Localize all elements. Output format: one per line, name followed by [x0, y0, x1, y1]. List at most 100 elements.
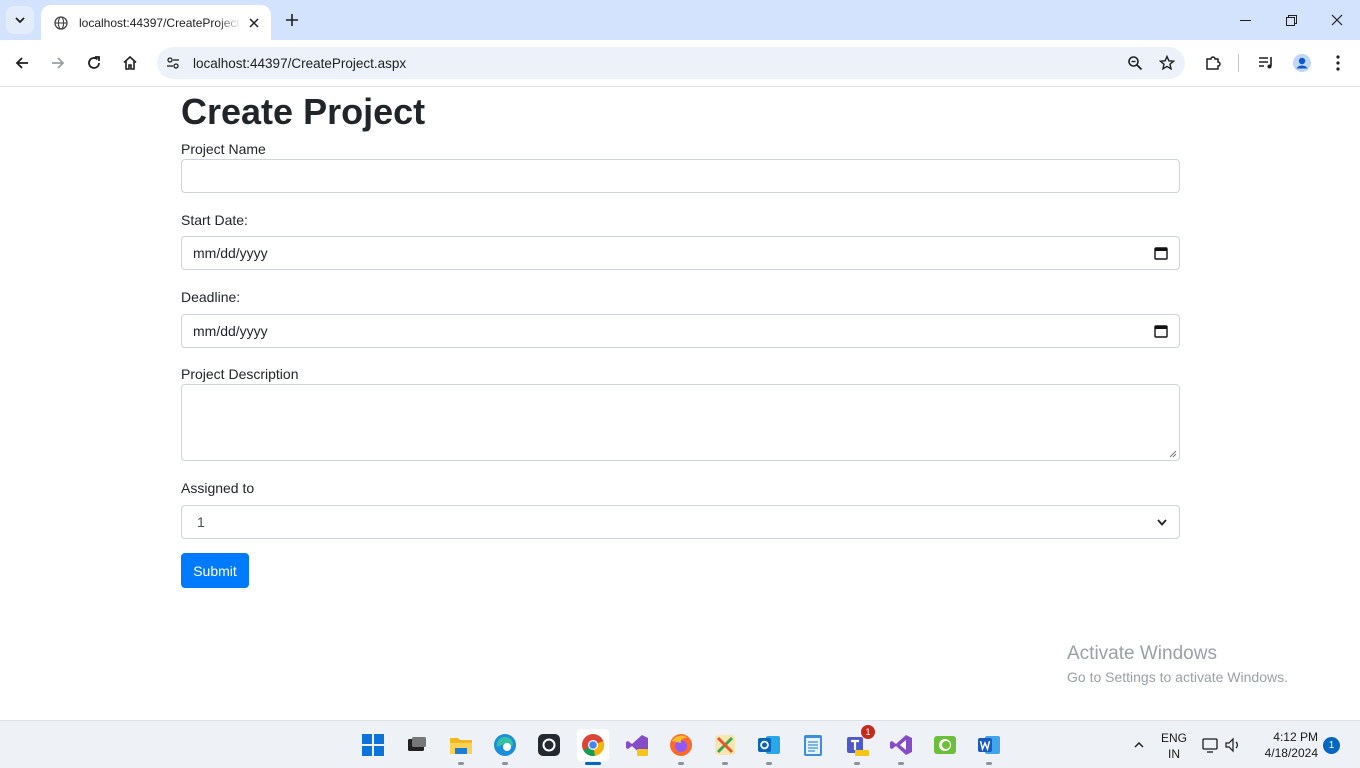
- edge-icon: [494, 734, 516, 756]
- close-icon: [1331, 14, 1343, 26]
- language-code: ENG: [1160, 731, 1187, 745]
- deadline-input[interactable]: mm/dd/yyyy: [181, 314, 1180, 348]
- paint-button[interactable]: [709, 729, 741, 765]
- page-content: Create Project Project Name Start Date: …: [0, 88, 1360, 720]
- tab-search-button[interactable]: [6, 6, 34, 34]
- deadline-placeholder: mm/dd/yyyy: [193, 323, 268, 339]
- outlook-icon: [758, 736, 780, 754]
- reload-icon: [88, 56, 100, 69]
- forward-button[interactable]: [43, 48, 73, 78]
- running-indicator: [585, 762, 601, 765]
- calendar-icon[interactable]: [1154, 246, 1168, 260]
- avatar-icon: [1293, 54, 1311, 72]
- restore-button[interactable]: [1268, 0, 1314, 40]
- site-info-icon[interactable]: [160, 50, 186, 76]
- firefox-icon: [670, 734, 692, 756]
- media-controls-button[interactable]: [1251, 48, 1281, 78]
- network-volume-tray[interactable]: [1198, 729, 1246, 761]
- edge-button[interactable]: [489, 729, 521, 765]
- project-name-input[interactable]: [181, 159, 1180, 193]
- submit-button[interactable]: Submit: [181, 553, 249, 588]
- show-hidden-icons-button[interactable]: [1124, 729, 1154, 761]
- file-explorer-button[interactable]: [445, 729, 477, 765]
- firefox-button[interactable]: [665, 729, 697, 765]
- activate-windows-watermark: Activate Windows Go to Settings to activ…: [1067, 643, 1288, 688]
- browser-tab-active[interactable]: localhost:44397/CreateProject.aspx: [41, 5, 271, 40]
- restore-icon: [1285, 14, 1297, 26]
- file-explorer-icon: [450, 738, 472, 754]
- eclipse-icon: [934, 736, 956, 754]
- running-indicator: [766, 762, 772, 765]
- visual-studio-preview-icon: [626, 735, 648, 756]
- profile-button[interactable]: [1287, 48, 1317, 78]
- chevron-up-icon: [1134, 742, 1144, 748]
- arrow-right-icon: [52, 57, 65, 69]
- calendar-icon[interactable]: [1154, 324, 1168, 338]
- eclipse-button[interactable]: [929, 729, 961, 761]
- globe-icon: [53, 15, 69, 31]
- zoom-icon[interactable]: [1121, 49, 1149, 77]
- paint-icon: [715, 735, 735, 755]
- task-view-icon: [408, 737, 426, 751]
- outlook-button[interactable]: [753, 729, 785, 765]
- visual-studio-icon: [890, 735, 912, 755]
- teams-button[interactable]: 1: [841, 725, 875, 765]
- visual-studio-button[interactable]: [885, 729, 917, 765]
- arrow-left-icon: [15, 57, 28, 69]
- notification-count-badge[interactable]: 1: [1323, 737, 1340, 754]
- address-bar[interactable]: localhost:44397/CreateProject.aspx: [157, 47, 1185, 79]
- chrome-icon: [582, 734, 605, 756]
- language-indicator[interactable]: ENG IN: [1158, 730, 1190, 762]
- chevron-down-icon: [15, 17, 25, 24]
- reload-button[interactable]: [79, 48, 109, 78]
- running-indicator: [678, 762, 684, 765]
- running-indicator: [722, 762, 728, 765]
- start-button[interactable]: [357, 729, 389, 761]
- running-indicator: [986, 762, 992, 765]
- assigned-to-select[interactable]: 1: [181, 505, 1180, 539]
- windows-taskbar: 1 ENG IN 4:12 PM 4/18/2024 1: [0, 720, 1360, 768]
- resize-grip-icon[interactable]: [1169, 450, 1177, 458]
- tab-title: localhost:44397/CreateProject.aspx: [79, 15, 241, 30]
- running-indicator: [502, 762, 508, 765]
- close-tab-icon[interactable]: [245, 14, 263, 32]
- github-desktop-button[interactable]: [533, 729, 565, 761]
- url-text[interactable]: localhost:44397/CreateProject.aspx: [193, 56, 1121, 71]
- start-date-label: Start Date:: [181, 212, 248, 228]
- close-window-button[interactable]: [1314, 0, 1360, 40]
- home-icon: [123, 55, 137, 70]
- start-date-placeholder: mm/dd/yyyy: [193, 245, 268, 261]
- teams-notification-badge: 1: [861, 725, 875, 739]
- home-button[interactable]: [115, 48, 145, 78]
- task-view-button[interactable]: [401, 729, 433, 761]
- form-container: Create Project Project Name Start Date: …: [181, 88, 1180, 588]
- minimize-icon: [1239, 19, 1251, 21]
- project-description-label: Project Description: [181, 366, 299, 382]
- toolbar-divider: [1238, 54, 1239, 72]
- running-indicator: [898, 762, 904, 765]
- volume-icon: [1225, 737, 1238, 753]
- region-code: IN: [1168, 747, 1180, 761]
- new-tab-button[interactable]: [280, 8, 304, 32]
- running-indicator: [854, 762, 860, 765]
- watermark-subtitle: Go to Settings to activate Windows.: [1067, 669, 1288, 685]
- clock[interactable]: 4:12 PM 4/18/2024: [1252, 729, 1318, 761]
- minimize-button[interactable]: [1222, 0, 1268, 40]
- project-name-label: Project Name: [181, 141, 266, 157]
- github-desktop-icon: [538, 734, 560, 756]
- back-button[interactable]: [7, 48, 37, 78]
- extensions-button[interactable]: [1198, 48, 1228, 78]
- notepad-button[interactable]: [797, 729, 829, 761]
- word-icon: [978, 736, 1000, 754]
- notepad-icon: [804, 735, 822, 756]
- clock-date: 4/18/2024: [1264, 746, 1318, 760]
- chrome-button[interactable]: [577, 729, 609, 765]
- kebab-menu-icon: [1336, 55, 1340, 71]
- project-description-textarea[interactable]: [181, 384, 1180, 461]
- browser-menu-button[interactable]: [1323, 48, 1353, 78]
- start-date-input[interactable]: mm/dd/yyyy: [181, 236, 1180, 270]
- visual-studio-preview-button[interactable]: [621, 729, 653, 761]
- plus-icon: [286, 14, 298, 26]
- bookmark-star-icon[interactable]: [1153, 49, 1181, 77]
- word-button[interactable]: [973, 729, 1005, 765]
